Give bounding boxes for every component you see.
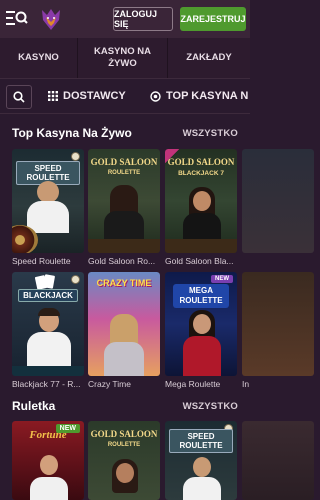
top-bar: ZALOGUJ SIĘ ZAREJESTRUJ [0,0,250,38]
search-icon [13,91,25,103]
target-icon [150,90,161,102]
table-surface [88,239,160,253]
providers-label: DOSTAWCY [63,90,126,102]
dealer-suit [183,477,221,500]
game-card-fortune-roulette[interactable]: NEW Fortune [12,421,84,500]
game-thumbnail: SPEED ROULETTE [12,149,84,253]
game-card-gold-saloon-blackjack[interactable]: GOLD SALOON BLACKJACK 7 Gold Saloon Bla.… [165,149,237,267]
dealer-dress [183,213,221,241]
dealer-hair [38,308,60,316]
live-indicator-icon [71,152,80,161]
section-header-top-live: Top Kasyna Na Żywo WSZYSTKO [0,124,250,144]
wolf-logo-icon[interactable] [40,6,62,32]
dealer-figure [193,457,211,477]
menu-search-icon[interactable] [6,9,28,27]
game-logo-sub: BLACKJACK 7 [178,170,224,177]
filter-bar: DOSTAWCY TOP KASYNA N [0,78,250,114]
game-name: Speed Roulette [12,256,71,266]
game-logo-sub: ROULETTE [107,442,141,448]
game-name: In [242,379,250,389]
game-thumbnail: GOLD SALOON ROULETTE [88,421,160,500]
providers-filter[interactable]: DOSTAWCY [48,79,126,113]
table-surface [12,366,84,376]
game-thumbnail: NEW MEGA ROULETTE [165,272,237,376]
game-card-blackjack-77[interactable]: BLACKJACK Blackjack 77 - R... [12,272,84,390]
see-all-link[interactable]: WSZYSTKO [183,128,238,139]
tab-live-casino-label: KASYNO NA ŻYWO [93,46,151,69]
cards-icon-2 [42,274,56,289]
game-card-speed-roulette-2[interactable]: SPEED ROULETTE [165,421,237,500]
dealer-suit [30,477,68,500]
game-card-gold-saloon-roulette[interactable]: GOLD SALOON ROULETTE Gold Saloon Ro... [88,149,160,267]
game-logo: Fortune [29,429,67,441]
section-title: Ruletka [12,399,56,413]
game-thumbnail [242,421,314,500]
game-card-partial[interactable] [242,149,314,267]
game-logo: CRAZY TIME [96,278,152,288]
game-card-partial[interactable]: In [242,272,314,390]
dealer-figure [40,455,58,475]
register-button[interactable]: ZAREJESTRUJ [180,7,246,31]
live-indicator-icon [71,275,80,284]
game-logo: MEGA ROULETTE [173,284,229,308]
game-name: Mega Roulette [165,379,221,389]
main-nav-tabs: KASYNO KASYNO NA ŻYWO ZAKŁADY [0,38,250,78]
game-logo: GOLD SALOON [90,429,158,439]
dealer-dress [183,336,221,376]
game-name: Gold Saloon Bla... [165,256,234,266]
game-card-crazy-time[interactable]: CRAZY TIME Crazy Time [88,272,160,390]
game-name: Blackjack 77 - R... [12,379,81,389]
game-card-speed-roulette[interactable]: SPEED ROULETTE Speed Roulette [12,149,84,267]
game-logo: BLACKJACK [18,289,78,302]
game-name: Gold Saloon Ro... [88,256,156,266]
tab-live-casino[interactable]: KASYNO NA ŻYWO [78,38,168,78]
dealer-figure [116,463,134,483]
game-logo-sub: ROULETTE [107,170,141,176]
game-thumbnail: NEW Fortune [12,421,84,500]
game-thumbnail: BLACKJACK [12,272,84,376]
tab-casino[interactable]: KASYNO [0,38,78,78]
tab-sports-bets[interactable]: ZAKŁADY [168,38,250,78]
game-thumbnail [242,149,314,253]
game-card-mega-roulette[interactable]: NEW MEGA ROULETTE Mega Roulette [165,272,237,390]
see-all-link[interactable]: WSZYSTKO [183,401,238,412]
dealer-figure [193,314,211,334]
game-thumbnail: GOLD SALOON BLACKJACK 7 [165,149,237,253]
grid-icon [48,91,58,101]
dealer-figure [37,181,59,203]
dealer-suit [27,201,69,233]
dealer-figure [193,191,211,211]
new-badge: NEW [211,275,233,283]
game-logo: GOLD SALOON [167,157,235,167]
game-logo: GOLD SALOON [90,157,158,167]
section-title: Top Kasyna Na Żywo [12,126,132,140]
login-button[interactable]: ZALOGUJ SIĘ [113,7,173,31]
game-thumbnail: GOLD SALOON ROULETTE [88,149,160,253]
dealer-dress [104,211,144,241]
search-button[interactable] [6,85,32,109]
game-thumbnail: SPEED ROULETTE [165,421,237,500]
game-thumbnail: CRAZY TIME [88,272,160,376]
section-header-roulette: Ruletka WSZYSTKO [0,397,250,417]
table-surface [165,239,237,253]
game-name: Crazy Time [88,379,131,389]
game-card-partial[interactable] [242,421,314,500]
top-live-label: TOP KASYNA N [166,90,249,102]
top-live-filter[interactable]: TOP KASYNA N [150,79,248,113]
host-dress [104,342,144,376]
game-thumbnail [242,272,314,376]
dealer-suit [27,332,71,366]
game-card-gold-saloon-roulette-2[interactable]: GOLD SALOON ROULETTE [88,421,160,500]
game-logo: SPEED ROULETTE [169,429,233,453]
